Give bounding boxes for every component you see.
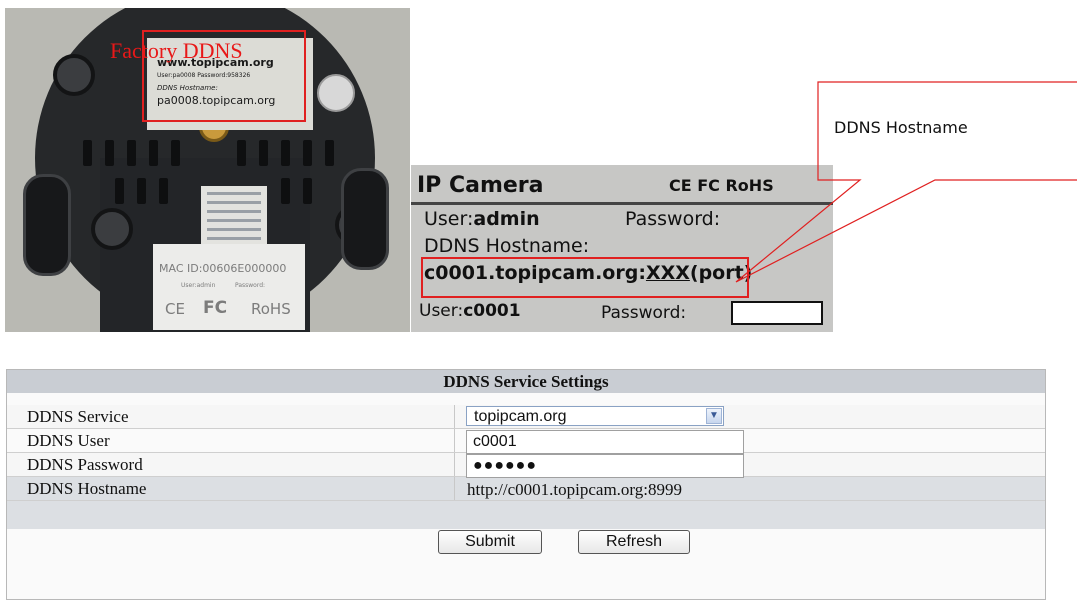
column-divider: [454, 453, 455, 476]
ddns-service-select[interactable]: topipcam.org ▼: [466, 406, 724, 426]
settings-title: DDNS Service Settings: [7, 370, 1045, 393]
ddns-service-value: topipcam.org: [474, 408, 567, 425]
column-divider: [454, 477, 455, 500]
ddns-password-input[interactable]: ●●●●●●: [466, 454, 744, 478]
hostname-label: DDNS Hostname: [27, 479, 147, 498]
ddns-user-input[interactable]: c0001: [466, 430, 744, 454]
submit-button[interactable]: Submit: [438, 530, 542, 554]
callout-text: DDNS Hostname: [834, 118, 968, 137]
chevron-down-icon[interactable]: ▼: [706, 408, 722, 424]
buttons-row: [7, 501, 1045, 529]
user-label: DDNS User: [27, 431, 110, 450]
column-divider: [454, 405, 455, 428]
service-label: DDNS Service: [27, 407, 129, 426]
password-label: DDNS Password: [27, 455, 143, 474]
refresh-button[interactable]: Refresh: [578, 530, 690, 554]
ddns-hostname-value: http://c0001.topipcam.org:8999: [467, 480, 682, 499]
column-divider: [454, 429, 455, 452]
